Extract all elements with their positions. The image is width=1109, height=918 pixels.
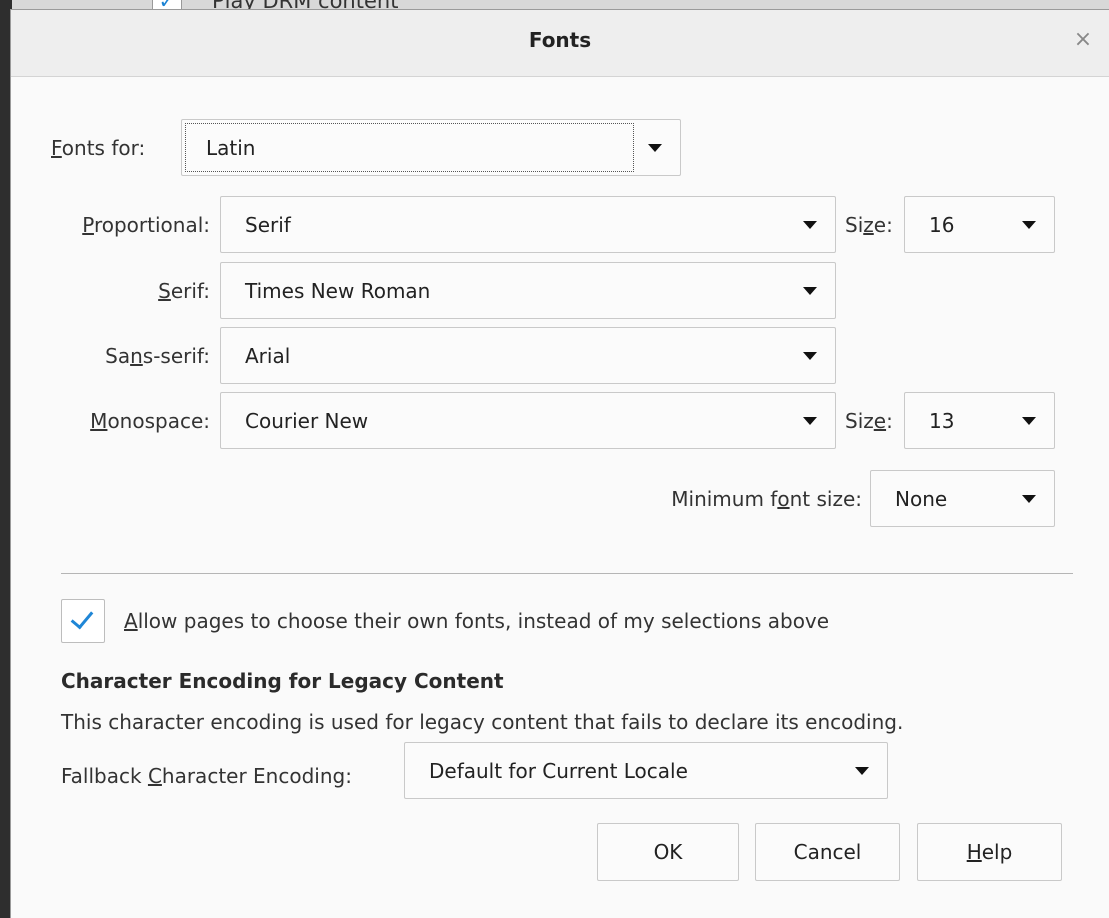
fonts-for-select[interactable]: Latin [181,119,681,176]
serif-select[interactable]: Times New Roman [220,262,836,319]
chevron-down-icon [855,766,869,775]
sans-serif-select[interactable]: Arial [220,327,836,384]
fallback-encoding-select[interactable]: Default for Current Locale [404,742,888,799]
chevron-down-icon [1022,416,1036,425]
fallback-encoding-value: Default for Current Locale [429,758,688,783]
section-divider [61,573,1073,574]
minimum-font-size-label: Minimum font size: [671,487,862,511]
sans-serif-label: Sans-serif: [105,344,210,368]
proportional-size-value: 16 [929,212,955,237]
chevron-down-icon [648,143,662,152]
proportional-value: Serif [245,212,291,237]
dialog-titlebar: Fonts × [11,10,1109,77]
cancel-button[interactable]: Cancel [755,823,900,881]
chevron-down-icon [803,351,817,360]
monospace-select[interactable]: Courier New [220,392,836,449]
proportional-size-label: Size: [845,213,893,237]
monospace-size-value: 13 [929,408,955,433]
help-button[interactable]: Help [917,823,1062,881]
serif-value: Times New Roman [245,278,431,303]
monospace-label: Monospace: [90,409,210,433]
chevron-down-icon [803,220,817,229]
chevron-down-icon [803,416,817,425]
monospace-size-label: Size: [845,409,893,433]
sans-serif-value: Arial [245,343,291,368]
encoding-description: This character encoding is used for lega… [61,710,904,734]
chevron-down-icon [803,286,817,295]
chevron-down-icon [1022,494,1036,503]
close-icon[interactable]: × [1071,28,1095,52]
proportional-label: Proportional: [82,213,210,237]
allow-pages-fonts-label[interactable]: Allow pages to choose their own fonts, i… [124,609,829,633]
ok-button[interactable]: OK [597,823,739,881]
serif-label: Serif: [158,279,210,303]
monospace-size-select[interactable]: 13 [904,392,1055,449]
dialog-title: Fonts [528,28,592,52]
fallback-encoding-label: Fallback Character Encoding: [61,764,352,788]
fonts-for-label: Fonts for: [51,136,146,160]
checkmark-icon [70,605,94,630]
proportional-select[interactable]: Serif [220,196,836,253]
fonts-for-value: Latin [206,135,256,160]
encoding-heading: Character Encoding for Legacy Content [61,669,504,693]
proportional-size-select[interactable]: 16 [904,196,1055,253]
fonts-dialog: Fonts × Fonts for: Latin Proportional: S… [10,9,1109,918]
allow-pages-fonts-checkbox[interactable] [61,599,105,643]
minimum-font-size-select[interactable]: None [870,470,1055,527]
chevron-down-icon [1022,220,1036,229]
monospace-value: Courier New [245,408,369,433]
minimum-font-size-value: None [895,486,948,511]
